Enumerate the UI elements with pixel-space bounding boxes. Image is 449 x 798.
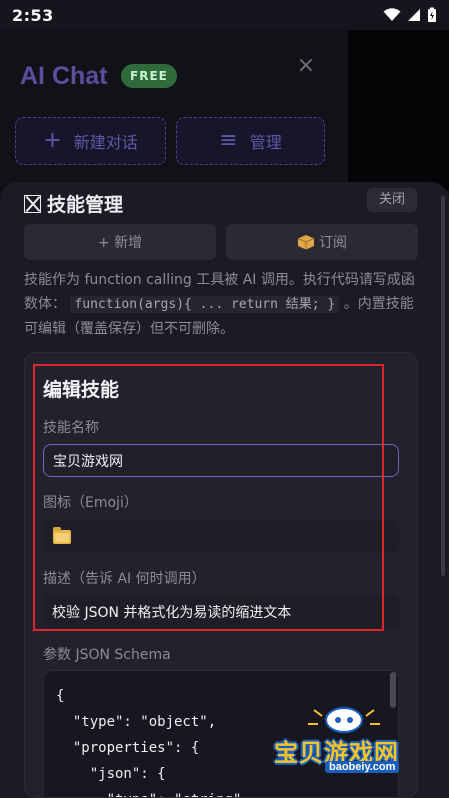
desc-label: 描述（告诉 AI 何时调用）: [43, 571, 206, 587]
icon-input[interactable]: [43, 520, 399, 553]
package-icon: [297, 235, 315, 250]
app-title: AI Chat: [20, 62, 108, 90]
skill-name-value: 宝贝游戏网: [53, 453, 123, 470]
folder-icon: [53, 526, 71, 544]
battery-icon: [428, 7, 436, 22]
skill-name-input[interactable]: 宝贝游戏网: [43, 444, 399, 477]
watermark-domain: baobeiy.com: [325, 761, 400, 773]
sheet-title: 技能管理: [24, 190, 123, 217]
schema-line: "type": "string": [56, 787, 398, 797]
signal-icon: [408, 9, 420, 21]
free-badge: FREE: [121, 64, 177, 88]
skills-description: 技能作为 function calling 工具被 AI 调用。执行代码请写成函…: [24, 268, 418, 341]
new-chat-button[interactable]: + 新建对话: [15, 117, 166, 165]
description-input[interactable]: 校验 JSON 并格式化为易读的缩进文本: [43, 595, 399, 628]
status-icons: [383, 7, 437, 23]
wifi-icon: [383, 8, 401, 21]
name-label: 技能名称: [43, 420, 99, 436]
icon-label: 图标（Emoji）: [43, 495, 138, 511]
add-skill-button[interactable]: + 新增: [24, 224, 216, 260]
subscribe-button[interactable]: 订阅: [226, 224, 418, 260]
schema-label: 参数 JSON Schema: [43, 647, 171, 663]
add-skill-label: + 新增: [97, 235, 143, 251]
background-side-panel: [348, 30, 449, 190]
description-code: function(args){ ... return 结果; }: [70, 296, 340, 313]
new-chat-label: 新建对话: [73, 133, 138, 152]
menu-icon: ≡: [219, 128, 238, 153]
sheet-scrollbar[interactable]: [441, 196, 445, 576]
close-button[interactable]: 关闭: [367, 188, 417, 212]
close-icon[interactable]: ×: [296, 55, 316, 77]
skills-icon: [24, 194, 41, 213]
sheet-title-text: 技能管理: [47, 194, 124, 216]
subscribe-label: 订阅: [319, 235, 347, 251]
plus-icon: +: [43, 128, 62, 153]
manage-button[interactable]: ≡ 管理: [176, 117, 325, 165]
editor-title: 编辑技能: [43, 379, 120, 401]
status-time: 2:53: [12, 5, 54, 25]
description-value: 校验 JSON 并格式化为易读的缩进文本: [52, 604, 292, 621]
manage-label: 管理: [249, 133, 282, 152]
status-bar: 2:53: [0, 0, 449, 30]
